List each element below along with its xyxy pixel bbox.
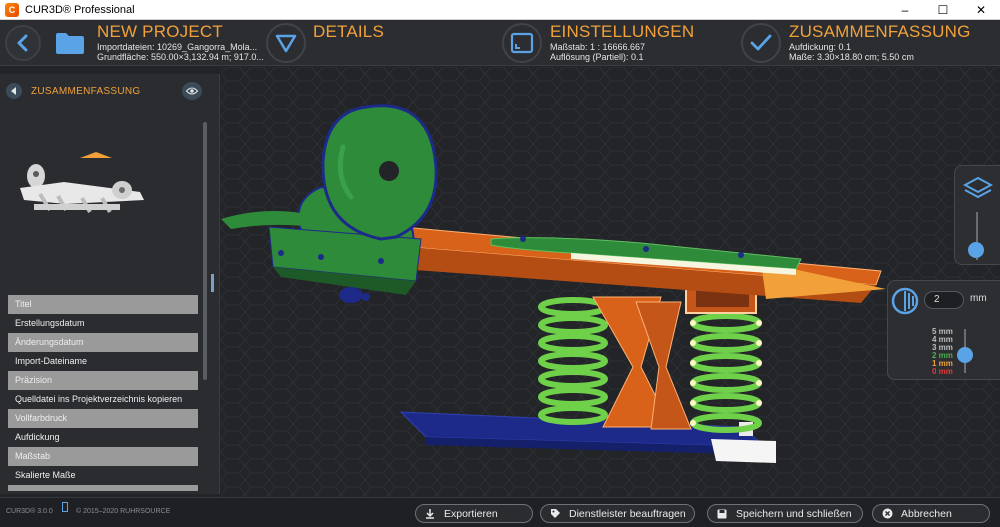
- list-row-vollfarbdruck[interactable]: Vollfarbdruck: [8, 409, 198, 428]
- panel-resize-handle[interactable]: [211, 274, 214, 292]
- download-icon: [424, 508, 436, 520]
- frame-icon: [510, 32, 534, 54]
- step-summary-title: ZUSAMMENFASSUNG: [789, 22, 971, 41]
- thickness-input[interactable]: 2: [924, 291, 964, 309]
- summary-panel-header: ZUSAMMENFASSUNG: [6, 82, 206, 100]
- step-project-button[interactable]: [50, 23, 90, 63]
- step-project-line2: Grundfläche: 550.00×3,132.94 m; 917.0...: [97, 52, 264, 62]
- close-button[interactable]: ✕: [962, 0, 1000, 20]
- window-title: CUR3D® Professional: [25, 3, 135, 16]
- back-button[interactable]: [5, 25, 41, 61]
- save-close-button[interactable]: Speichern und schließen: [707, 504, 863, 523]
- toggle-preview-button[interactable]: [182, 82, 202, 100]
- list-row-aenderungsdatum[interactable]: Änderungsdatum: [8, 333, 198, 352]
- save-icon: [716, 508, 728, 520]
- step-settings-title: EINSTELLUNGEN: [550, 22, 695, 41]
- app-logo-icon: C: [5, 2, 19, 17]
- list-row-quelldatei[interactable]: Quelldatei ins Projektverzeichnis kopier…: [8, 390, 198, 409]
- step-project-title: NEW PROJECT: [97, 22, 223, 41]
- step-summary-line1: Aufdickung: 0.1: [789, 42, 852, 52]
- list-row-import-dateiname[interactable]: Import-Dateiname: [8, 352, 198, 371]
- layer-slider-knob[interactable]: [968, 242, 984, 259]
- list-row-titel[interactable]: Titel: [8, 295, 198, 314]
- layers-icon[interactable]: [963, 176, 993, 202]
- caret-left-icon: [11, 87, 16, 95]
- summary-list: Titel Erstellungsdatum Änderungsdatum Im…: [8, 295, 198, 491]
- step-settings-button[interactable]: [502, 23, 542, 63]
- thickness-slider-knob[interactable]: [957, 347, 973, 364]
- wall-thickness-icon[interactable]: [891, 287, 919, 315]
- chevron-left-icon: [17, 34, 28, 52]
- step-settings-line2: Auflösung (Partiell): 0.1: [550, 52, 644, 62]
- cancel-button[interactable]: Abbrechen: [872, 504, 990, 523]
- bottom-bar: CUR3D® 3.0.0 © 2015–2020 RUHRSOURCE Expo…: [0, 497, 1000, 527]
- step-details-button[interactable]: [266, 23, 306, 63]
- cancel-icon: [881, 508, 893, 520]
- service-provider-button-label: Dienstleister beauftragen: [569, 507, 686, 520]
- summary-panel: ZUSAMMENFASSUNG Titel Erstellungsdatum Ä…: [0, 74, 220, 494]
- scale-label-0mm: 0 mm: [932, 367, 953, 376]
- list-row-praezision[interactable]: Präzision: [8, 371, 198, 390]
- step-project-line1: Importdateien: 10269_Gangorra_Mola...: [97, 42, 258, 52]
- model-viewport[interactable]: [221, 67, 1000, 497]
- list-row-skalierte-masse[interactable]: Skalierte Maße: [8, 466, 198, 485]
- panel-scrollbar[interactable]: [203, 122, 207, 380]
- footer-copyright: © 2015–2020 RUHRSOURCE: [76, 508, 171, 515]
- tag-icon: [549, 508, 561, 520]
- service-provider-button[interactable]: Dienstleister beauftragen: [540, 504, 695, 523]
- maximize-button[interactable]: ☐: [924, 0, 962, 20]
- step-bar: NEW PROJECT Importdateien: 10269_Gangorr…: [0, 20, 1000, 66]
- summary-panel-title: ZUSAMMENFASSUNG: [31, 85, 141, 97]
- minimize-button[interactable]: –: [886, 0, 924, 20]
- list-row-aufdickung[interactable]: Aufdickung: [8, 428, 198, 447]
- footer-version: CUR3D® 3.0.0: [6, 508, 53, 515]
- thickness-unit: mm: [970, 293, 987, 304]
- model-thumbnail: [20, 152, 144, 213]
- export-button[interactable]: Exportieren: [415, 504, 533, 523]
- eye-icon: [186, 87, 198, 95]
- title-bar: C CUR3D® Professional – ☐ ✕: [0, 0, 1000, 20]
- step-settings-line1: Maßstab: 1 : 16666.667: [550, 42, 646, 52]
- thickness-panel: 2 mm 5 mm 4 mm 3 mm 2 mm 1 mm 0 mm: [887, 280, 1000, 380]
- folder-icon: [56, 33, 84, 54]
- footer-logo-icon: [62, 502, 68, 512]
- checkmark-icon: [750, 34, 772, 51]
- step-summary-line2: Maße: 3.30×18.80 cm; 5.50 cm: [789, 52, 914, 62]
- collapse-panel-button[interactable]: [6, 83, 22, 99]
- layer-control-panel: [954, 165, 1000, 265]
- list-row-partial: [8, 485, 198, 491]
- list-row-massstab[interactable]: Maßstab: [8, 447, 198, 466]
- triangle-down-icon: [275, 34, 297, 53]
- export-button-label: Exportieren: [444, 507, 498, 520]
- list-row-erstellungsdatum[interactable]: Erstellungsdatum: [8, 314, 198, 333]
- save-close-button-label: Speichern und schließen: [736, 507, 852, 520]
- step-details-title: DETAILS: [313, 22, 384, 41]
- step-summary-button[interactable]: [741, 23, 781, 63]
- cancel-button-label: Abbrechen: [901, 507, 952, 520]
